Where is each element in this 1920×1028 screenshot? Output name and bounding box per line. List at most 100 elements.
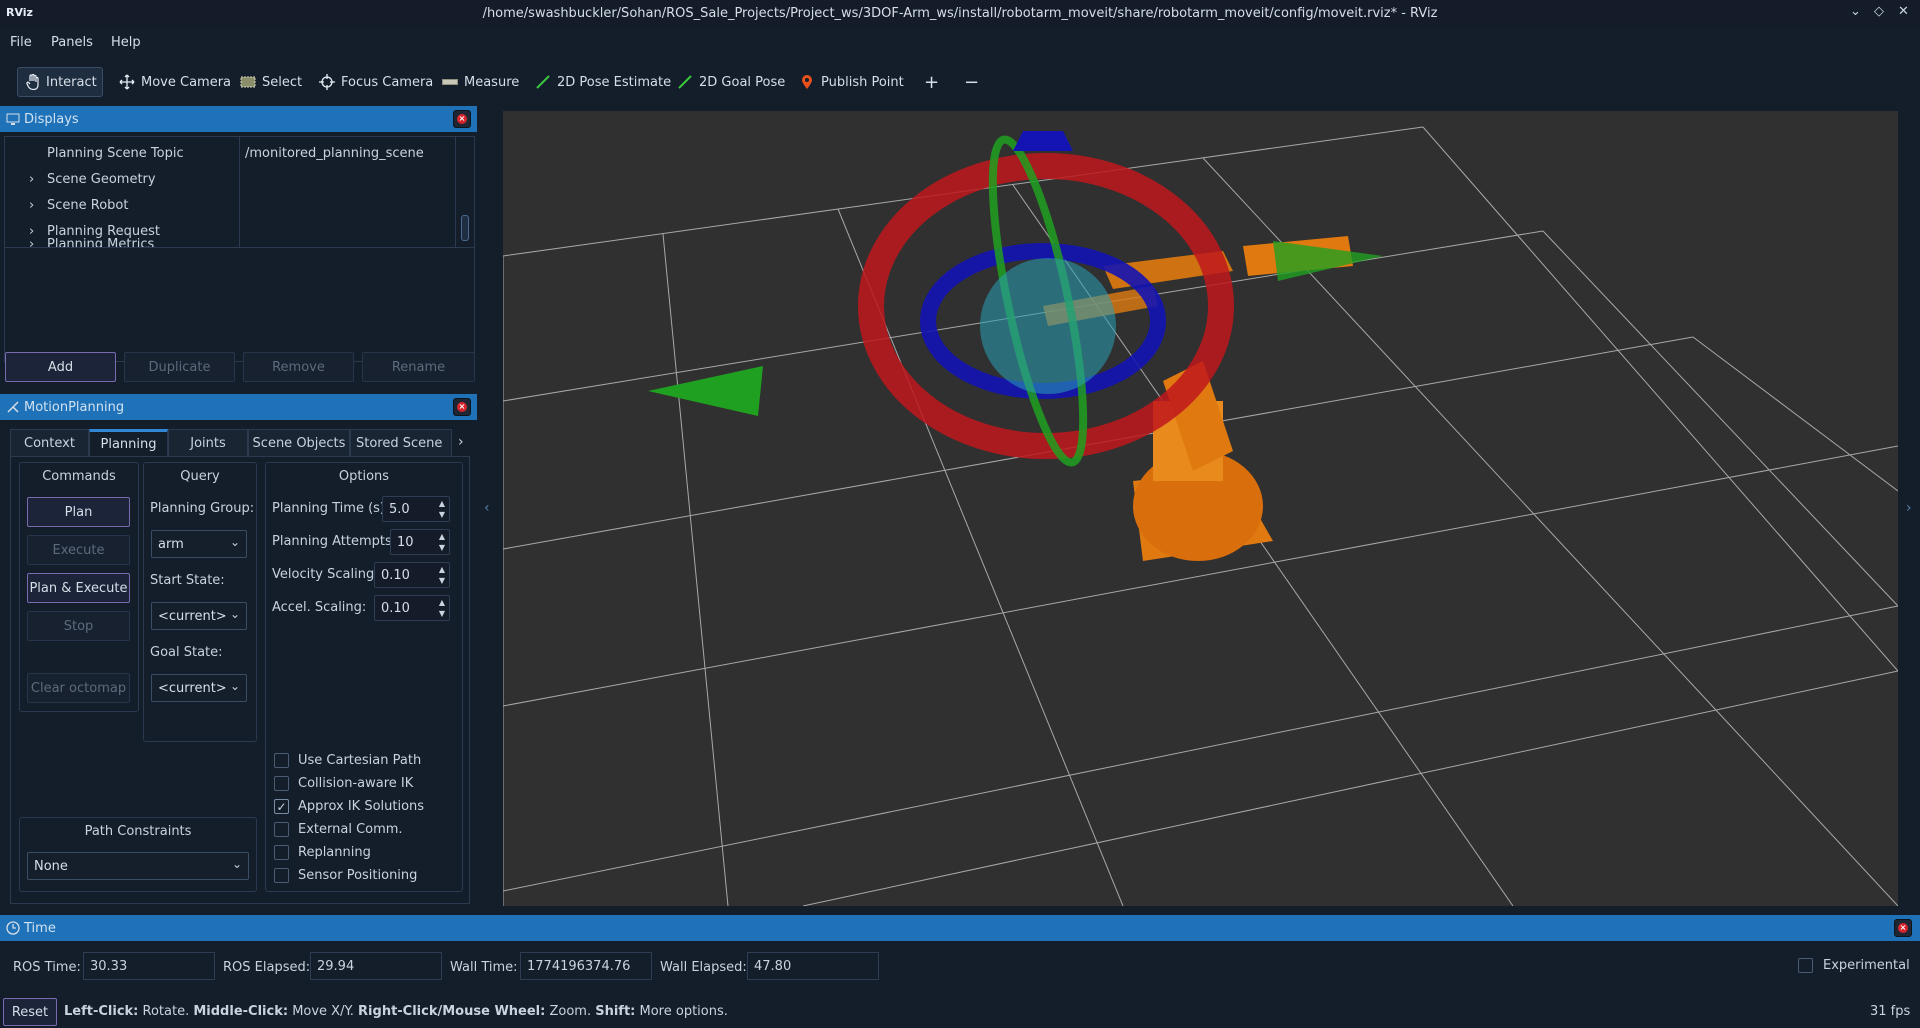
tree-row-label: Scene Robot xyxy=(47,197,129,213)
displays-close-button[interactable]: × xyxy=(453,110,471,128)
accel-scaling-label: Accel. Scaling: xyxy=(272,600,367,615)
select-box-icon xyxy=(240,74,256,90)
title-bar: RViz /home/swashbuckler/Sohan/ROS_Sale_P… xyxy=(0,0,1920,28)
experimental-checkbox[interactable]: Experimental xyxy=(1798,958,1910,973)
path-constraints-select[interactable]: None ⌄ xyxy=(27,852,249,880)
chevron-right-icon[interactable]: › xyxy=(29,198,47,213)
motion-planning-close-button[interactable]: × xyxy=(453,398,471,416)
ros-elapsed-field[interactable]: 29.94 xyxy=(310,952,442,980)
shift-key: Shift: xyxy=(595,1004,636,1019)
tab-context[interactable]: Context xyxy=(10,429,89,457)
motion-planning-panel: MotionPlanning × Context Planning Joints… xyxy=(0,394,477,910)
maximize-icon[interactable]: ◇ xyxy=(1874,4,1884,19)
checkbox-box[interactable] xyxy=(1798,958,1813,973)
time-title: Time xyxy=(24,920,56,936)
left-collapse-icon[interactable]: ‹ xyxy=(484,500,490,516)
move-camera-tool[interactable]: Move Camera xyxy=(111,67,239,97)
rename-button[interactable]: Rename xyxy=(362,352,475,382)
add-tool-button[interactable]: + xyxy=(916,67,947,97)
clear-octomap-button[interactable]: Clear octomap xyxy=(27,673,130,703)
pose-estimate-tool[interactable]: 2D Pose Estimate xyxy=(527,67,679,97)
tree-row-planning-metrics[interactable]: › Planning Metrics xyxy=(29,237,154,247)
stop-button[interactable]: Stop xyxy=(27,611,130,641)
tab-stored-scenes[interactable]: Stored Scene xyxy=(350,429,452,457)
remove-button[interactable]: Remove xyxy=(243,352,354,382)
external-comm-checkbox[interactable]: External Comm. xyxy=(274,822,403,837)
interactive-marker[interactable] xyxy=(648,131,1383,469)
spin-arrows-icon[interactable]: ▲ ▼ xyxy=(439,498,445,520)
start-state-value: <current> xyxy=(158,608,227,624)
start-state-select[interactable]: <current> ⌄ xyxy=(151,602,247,630)
chevron-right-icon[interactable]: › xyxy=(29,172,47,187)
collision-aware-ik-checkbox[interactable]: Collision-aware IK xyxy=(274,776,413,791)
publish-point-tool[interactable]: Publish Point xyxy=(791,67,912,97)
3d-viewport[interactable] xyxy=(503,111,1898,906)
approx-ik-checkbox[interactable]: ✓ Approx IK Solutions xyxy=(274,799,424,814)
tree-row-value[interactable]: /monitored_planning_scene xyxy=(245,140,424,166)
planning-group-select[interactable]: arm ⌄ xyxy=(151,530,247,558)
interact-tool[interactable]: Interact xyxy=(17,67,103,97)
tree-scrollbar[interactable] xyxy=(461,215,469,241)
checkmark-icon[interactable]: ✓ xyxy=(274,799,289,814)
spin-arrows-icon[interactable]: ▲ ▼ xyxy=(439,531,445,553)
plan-button[interactable]: Plan xyxy=(27,497,130,527)
checkbox-box[interactable] xyxy=(274,868,289,883)
checkbox-box[interactable] xyxy=(274,753,289,768)
tab-scroll-right-icon[interactable]: › xyxy=(458,434,464,450)
wall-elapsed-label: Wall Elapsed: xyxy=(660,960,747,975)
focus-camera-label: Focus Camera xyxy=(341,74,434,90)
execute-button[interactable]: Execute xyxy=(27,535,130,565)
wall-elapsed-field[interactable]: 47.80 xyxy=(747,952,879,980)
time-close-button[interactable]: × xyxy=(1894,919,1912,937)
ros-time-field[interactable]: 30.33 xyxy=(83,952,215,980)
tab-joints[interactable]: Joints xyxy=(168,429,248,457)
chevron-down-icon: ⌄ xyxy=(229,679,240,693)
tree-row-planning-scene-topic[interactable]: Planning Scene Topic xyxy=(5,140,239,166)
pose-estimate-label: 2D Pose Estimate xyxy=(557,74,672,90)
spin-arrows-icon[interactable]: ▲ ▼ xyxy=(439,564,445,586)
goal-pose-tool[interactable]: 2D Goal Pose xyxy=(669,67,793,97)
replanning-checkbox[interactable]: Replanning xyxy=(274,845,371,860)
accel-scaling-spinbox[interactable]: 0.10 ▲ ▼ xyxy=(374,595,450,621)
menu-file[interactable]: File xyxy=(10,35,32,50)
wall-time-field[interactable]: 1774196374.76 xyxy=(520,952,652,980)
planning-attempts-spinbox[interactable]: 10 ▲ ▼ xyxy=(390,529,450,555)
focus-camera-tool[interactable]: Focus Camera xyxy=(311,67,441,97)
close-icon[interactable]: ✕ xyxy=(1898,4,1909,19)
add-button[interactable]: Add xyxy=(5,352,116,382)
scene-render xyxy=(503,126,1898,906)
tree-row-scene-robot[interactable]: › Scene Robot xyxy=(29,192,128,218)
plus-icon: + xyxy=(924,71,940,93)
checkbox-box[interactable] xyxy=(274,776,289,791)
menu-panels[interactable]: Panels xyxy=(51,35,93,50)
measure-tool[interactable]: Measure xyxy=(434,67,527,97)
plan-and-execute-button[interactable]: Plan & Execute xyxy=(27,573,130,603)
hand-pointer-icon xyxy=(26,74,40,90)
query-title: Query xyxy=(180,469,220,484)
reset-button[interactable]: Reset xyxy=(3,998,57,1026)
spin-arrows-icon[interactable]: ▲ ▼ xyxy=(439,597,445,619)
tree-row-scene-geometry[interactable]: › Scene Geometry xyxy=(29,166,156,192)
tree-row-label: Planning Scene Topic xyxy=(47,145,184,161)
minimize-icon[interactable]: ⌄ xyxy=(1850,4,1861,19)
velocity-scaling-spinbox[interactable]: 0.10 ▲ ▼ xyxy=(374,562,450,588)
checkbox-box[interactable] xyxy=(274,822,289,837)
sensor-positioning-checkbox[interactable]: Sensor Positioning xyxy=(274,868,417,883)
chevron-right-icon[interactable]: › xyxy=(29,237,47,247)
goal-state-value: <current> xyxy=(158,680,227,696)
right-collapse-icon[interactable]: › xyxy=(1906,500,1912,516)
tab-scene-objects[interactable]: Scene Objects xyxy=(248,429,350,457)
options-title: Options xyxy=(338,469,390,484)
menu-help[interactable]: Help xyxy=(111,35,141,50)
checkbox-box[interactable] xyxy=(274,845,289,860)
remove-tool-button[interactable]: − xyxy=(956,67,987,97)
minus-icon: − xyxy=(964,71,980,93)
time-header: Time × xyxy=(0,915,1920,941)
select-tool[interactable]: Select xyxy=(232,67,310,97)
tab-planning[interactable]: Planning xyxy=(89,429,168,457)
planning-time-spinbox[interactable]: 5.0 ▲ ▼ xyxy=(382,496,450,522)
goal-state-select[interactable]: <current> ⌄ xyxy=(151,674,247,702)
duplicate-button[interactable]: Duplicate xyxy=(124,352,235,382)
cartesian-path-checkbox[interactable]: Use Cartesian Path xyxy=(274,753,421,768)
left-click-key: Left-Click: xyxy=(64,1004,139,1019)
